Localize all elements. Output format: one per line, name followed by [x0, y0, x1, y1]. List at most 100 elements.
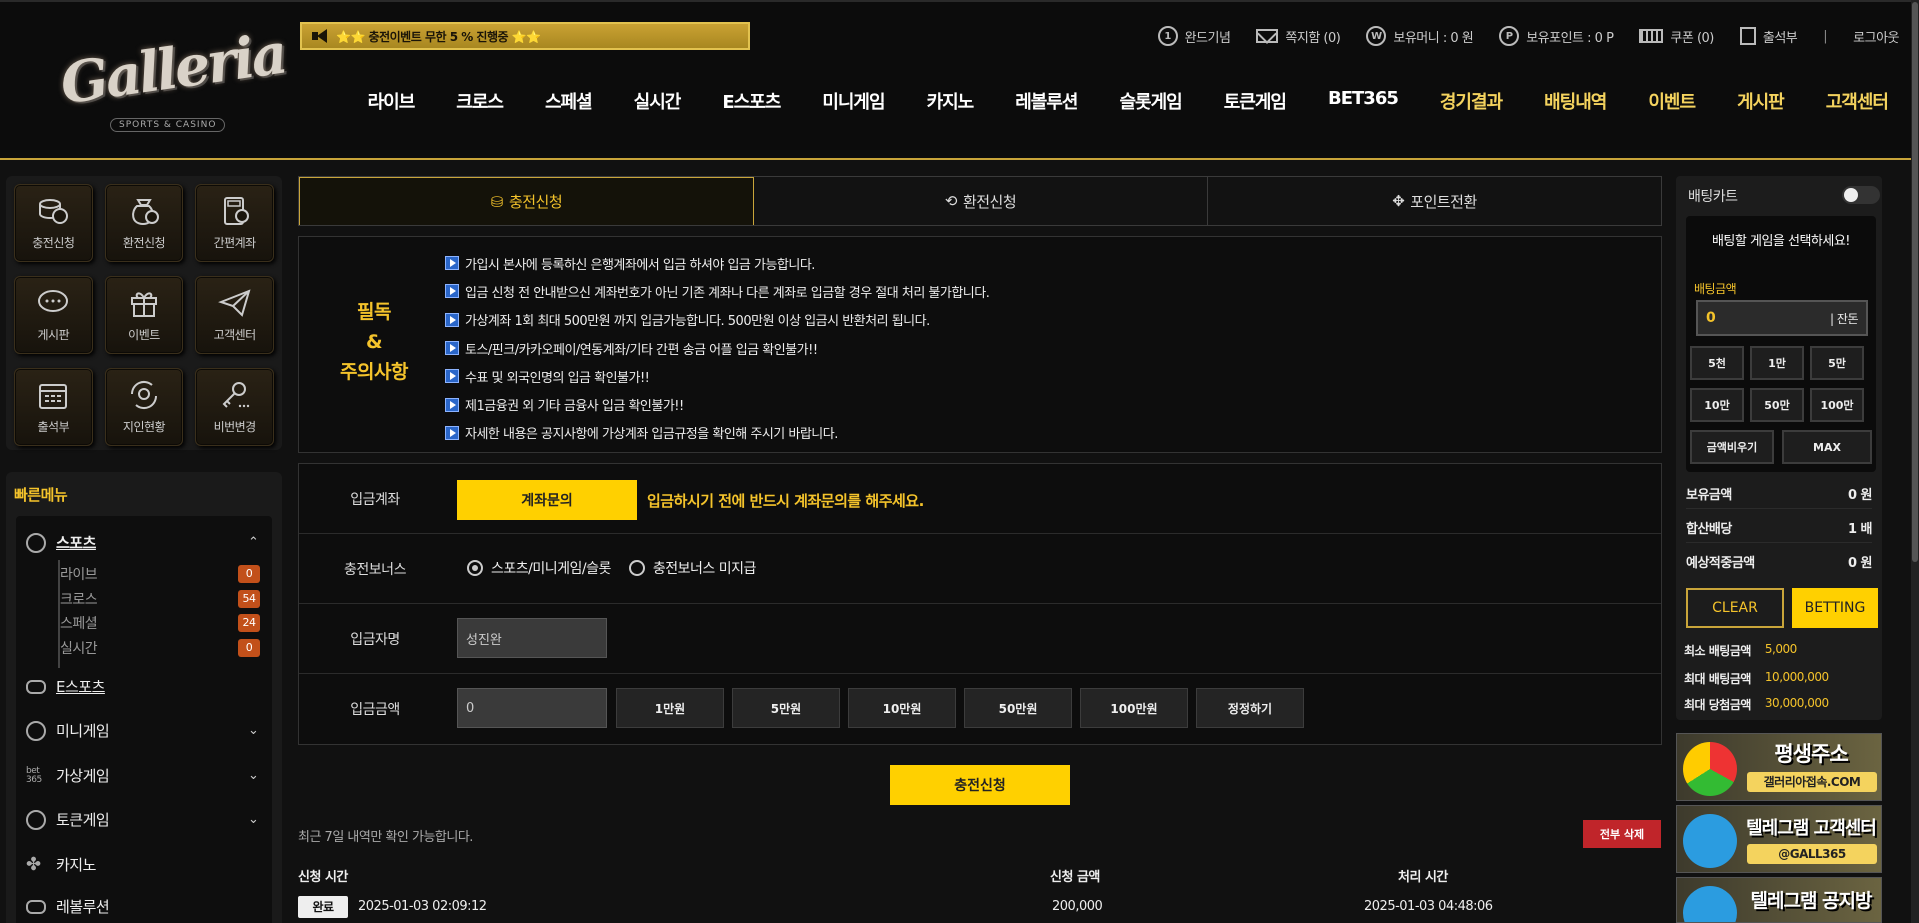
nav-item[interactable]: 배팅내역 — [1523, 88, 1627, 114]
tab-point-convert[interactable]: ✥ 포인트전환 — [1208, 177, 1661, 225]
tab-label: 포인트전환 — [1410, 192, 1477, 211]
top-link-bookmark[interactable]: 1 완드기념 — [1157, 26, 1231, 46]
bet-amount-label: 배팅금액 — [1694, 282, 1737, 296]
form-label: 충전보너스 — [344, 562, 406, 578]
menu-esports[interactable]: E스포츠 — [26, 676, 105, 697]
top-link-messages[interactable]: 쪽지함 (0) — [1256, 27, 1341, 46]
divider: | — [1823, 28, 1828, 44]
quick-withdraw-button[interactable]: 환전신청 — [104, 184, 184, 262]
banner-title: 평생주소 — [1774, 742, 1848, 766]
quick-support-button[interactable]: 고객센터 — [195, 276, 274, 354]
limit-label: 최소 배팅금액 — [1684, 644, 1751, 658]
amount-500k-button[interactable]: 50만원 — [964, 688, 1072, 728]
radio-label: 충전보너스 미지급 — [652, 561, 757, 577]
chat-icon — [36, 288, 70, 318]
nav-item[interactable]: 토큰게임 — [1203, 88, 1307, 114]
play-bullet-icon — [445, 341, 459, 356]
clear-button[interactable]: CLEAR — [1686, 588, 1784, 628]
bet-chip-button[interactable]: 100만 — [1810, 388, 1864, 422]
bet-amount-field[interactable]: 0 | 잔돈 — [1696, 300, 1868, 336]
nav-item[interactable]: 크로스 — [435, 88, 524, 114]
amount-reset-button[interactable]: 정정하기 — [1196, 688, 1304, 728]
quick-board-button[interactable]: 게시판 — [14, 276, 93, 354]
submenu-special[interactable]: 스페셜 24 — [60, 613, 260, 633]
tab-deposit[interactable]: ⛁ 충전신청 — [299, 177, 754, 225]
betting-button[interactable]: BETTING — [1792, 588, 1878, 628]
deposit-form: 입금계좌 계좌문의 입금하시기 전에 반드시 계좌문의를 해주세요. 충전보너스… — [298, 463, 1662, 745]
quick-deposit-button[interactable]: 충전신청 — [14, 184, 93, 262]
amount-1m-button[interactable]: 100만원 — [1080, 688, 1188, 728]
top-link-coupons[interactable]: 쿠폰 (0) — [1639, 27, 1714, 46]
notice-heading: 필독 & 주의사항 — [335, 297, 413, 387]
event-notice-bar: ⭐⭐ 충전이벤트 무한 5 % 진행중 ⭐⭐ — [300, 22, 750, 50]
nav-item[interactable]: 스페셜 — [524, 88, 613, 114]
banner-telegram-notice[interactable]: 텔레그램 공지방 — [1676, 877, 1882, 923]
menu-casino[interactable]: ✤ 카지노 — [26, 854, 96, 875]
form-row-bonus: 충전보너스 스포츠/미니게임/슬롯 충전보너스 미지급 — [299, 534, 1661, 604]
logout-link[interactable]: 로그아웃 — [1853, 27, 1899, 46]
account-inquiry-button[interactable]: 계좌문의 — [457, 480, 637, 520]
menu-virtual[interactable]: bet 365 가상게임 ⌄ — [26, 765, 259, 786]
notice-item: 가상계좌 1회 최대 500만원 까지 입금가능합니다. 500만원 이상 입금… — [445, 306, 989, 334]
nav-item[interactable]: 미니게임 — [801, 88, 905, 114]
amount-100k-button[interactable]: 10만원 — [848, 688, 956, 728]
nav-item[interactable]: 카지노 — [906, 88, 995, 114]
tab-withdraw[interactable]: ⟲ 환전신청 — [754, 177, 1208, 225]
top-link-points[interactable]: P 보유포인트 : 0 P — [1499, 26, 1614, 46]
clear-amount-button[interactable]: 금액비우기 — [1690, 430, 1774, 464]
logo-wordmark: Galleria — [56, 20, 289, 118]
nav-item[interactable]: 게시판 — [1716, 88, 1805, 114]
deposit-submit-button[interactable]: 충전신청 — [890, 765, 1070, 805]
bet-chip-button[interactable]: 50만 — [1750, 388, 1804, 422]
quick-attendance-button[interactable]: 출석부 — [14, 368, 93, 446]
nav-item[interactable]: 이벤트 — [1627, 88, 1716, 114]
banner-permanent-address[interactable]: 평생주소 갤러리아접속.COM — [1676, 733, 1882, 801]
tab-label: 충전신청 — [508, 193, 563, 211]
nav-item[interactable]: 고객센터 — [1805, 88, 1909, 114]
deposit-amount-input[interactable] — [457, 688, 607, 728]
top-link-attendance[interactable]: 출석부 — [1739, 27, 1798, 46]
nav-item[interactable]: 슬롯게임 — [1099, 88, 1203, 114]
bet-chip-button[interactable]: 5천 — [1690, 346, 1744, 380]
quick-referral-button[interactable]: 지인현황 — [104, 368, 184, 446]
bet-chip-button[interactable]: 10만 — [1690, 388, 1744, 422]
top-link-balance[interactable]: W 보유머니 : 0 원 — [1366, 26, 1474, 46]
logo-subtitle: SPORTS & CASINO — [110, 118, 226, 132]
top-link-label: 완드기념 — [1184, 30, 1231, 46]
menu-revolution[interactable]: 레볼루션 — [26, 896, 110, 917]
gift-icon — [127, 288, 161, 318]
nav-item[interactable]: 라이브 — [347, 88, 436, 114]
bonus-radio-sports[interactable] — [467, 560, 483, 576]
bet-chip-button[interactable]: 5만 — [1810, 346, 1864, 380]
notice-item: 제1금융권 외 기타 금융사 입금 확인불가!! — [445, 390, 989, 418]
amount-50k-button[interactable]: 5만원 — [732, 688, 840, 728]
quick-event-button[interactable]: 이벤트 — [104, 276, 184, 354]
site-logo[interactable]: Galleria SPORTS & CASINO — [57, 10, 289, 150]
submenu-live[interactable]: 라이브 0 — [60, 564, 260, 584]
bet-cart-toggle[interactable] — [1842, 186, 1880, 204]
bet-chip-button[interactable]: 1만 — [1750, 346, 1804, 380]
depositor-name-input[interactable] — [457, 618, 607, 658]
quick-button-label: 환전신청 — [122, 235, 166, 250]
menu-minigame[interactable]: 미니게임 ⌄ — [26, 720, 259, 741]
nav-item[interactable]: 레볼루션 — [994, 88, 1098, 114]
amount-10k-button[interactable]: 1만원 — [616, 688, 724, 728]
nav-item[interactable]: 경기결과 — [1419, 88, 1523, 114]
quick-simple-account-button[interactable]: 간편계좌 — [195, 184, 274, 262]
submenu-realtime[interactable]: 실시간 0 — [60, 638, 260, 658]
nav-item[interactable]: E스포츠 — [701, 88, 801, 114]
menu-token[interactable]: 토큰게임 ⌄ — [26, 809, 259, 830]
quick-password-button[interactable]: 비번변경 — [195, 368, 274, 446]
submenu-cross[interactable]: 크로스 54 — [60, 589, 260, 609]
scrollbar-thumb[interactable] — [1912, 2, 1918, 562]
bonus-radio-none[interactable] — [628, 560, 645, 576]
calculator-icon — [218, 196, 252, 226]
max-button[interactable]: MAX — [1782, 430, 1872, 464]
banner-telegram-support[interactable]: 텔레그램 고객센터 @GALL365 — [1676, 805, 1882, 873]
menu-label: 레볼루션 — [56, 898, 110, 916]
menu-sports[interactable]: 스포츠 ⌃ — [26, 532, 259, 553]
nav-item[interactable]: 실시간 — [613, 88, 702, 114]
delete-all-button[interactable]: 전부 삭제 — [1583, 820, 1661, 848]
nav-item[interactable]: BET365 — [1307, 88, 1419, 114]
divider — [1686, 542, 1872, 543]
